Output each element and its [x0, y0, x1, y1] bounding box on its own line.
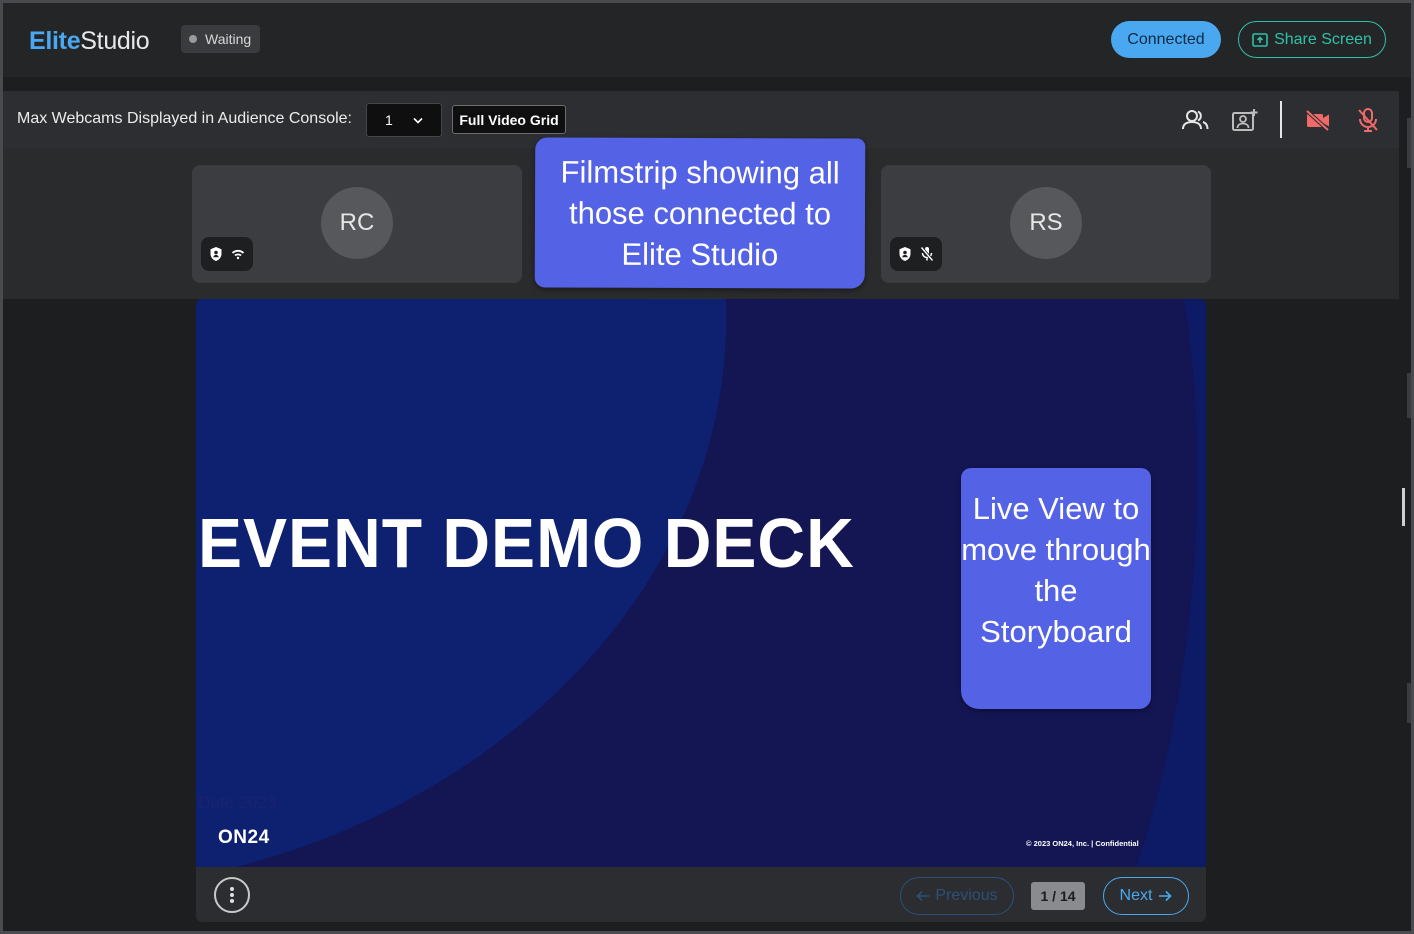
more-options-button[interactable]	[214, 877, 250, 913]
filmstrip-callout: Filmstrip showing all those connected to…	[534, 137, 866, 289]
status-text: Waiting	[205, 31, 252, 47]
page-indicator: 1 / 14	[1031, 882, 1085, 910]
scrollbar-hint	[1407, 373, 1411, 418]
avatar: RS	[1010, 187, 1082, 259]
app-window: EliteStudio Waiting Connected Share Scre…	[0, 0, 1414, 934]
webcam-limit-label: Max Webcams Displayed in Audience Consol…	[17, 110, 352, 127]
status-badge: Waiting	[181, 25, 261, 53]
toolbar-divider	[1280, 101, 1282, 138]
shield-icon	[899, 247, 911, 261]
people-icon[interactable]	[1180, 105, 1210, 135]
arrow-left-icon	[916, 890, 930, 902]
add-presenter-icon[interactable]	[1230, 105, 1260, 135]
previous-button[interactable]: Previous	[900, 877, 1014, 915]
share-screen-icon	[1252, 32, 1268, 47]
next-button[interactable]: Next	[1103, 877, 1189, 915]
shield-icon	[210, 247, 222, 261]
signal-icon	[231, 249, 245, 260]
slide-nav-bar: Previous 1 / 14 Next	[196, 867, 1206, 922]
mic-off-icon	[920, 246, 934, 262]
app-logo: EliteStudio	[29, 27, 150, 56]
slide-date: Date 2023	[198, 793, 277, 812]
app-header: EliteStudio Waiting Connected Share Scre…	[3, 3, 1411, 77]
scrollbar-hint	[1407, 683, 1411, 723]
share-screen-button[interactable]: Share Screen	[1238, 21, 1386, 58]
mic-off-icon[interactable]	[1353, 105, 1383, 135]
next-label: Next	[1119, 887, 1153, 904]
status-dot-icon	[189, 35, 197, 43]
logo-primary: Elite	[29, 27, 81, 55]
participant-tile[interactable]: RC	[192, 165, 522, 283]
resize-handle[interactable]	[1402, 488, 1405, 526]
logo-secondary: Studio	[80, 27, 150, 55]
full-video-grid-button[interactable]: Full Video Grid	[452, 105, 566, 134]
slide-copyright: © 2023 ON24, Inc. | Confidential	[1026, 839, 1139, 848]
connected-button[interactable]: Connected	[1111, 21, 1221, 58]
webcam-count-select[interactable]: 1	[366, 103, 442, 137]
more-vertical-icon	[230, 887, 234, 903]
arrow-right-icon	[1159, 890, 1173, 902]
slide-title: EVENT DEMO DECK	[198, 504, 855, 582]
scrollbar-hint	[1407, 118, 1411, 168]
participant-badges	[890, 237, 942, 271]
chevron-down-icon	[413, 117, 423, 124]
slide-logo: ON24	[218, 827, 270, 848]
live-view-callout: Live View to move through the Storyboard	[961, 468, 1151, 709]
participant-tile[interactable]: RS	[881, 165, 1211, 283]
webcam-count-value: 1	[385, 112, 393, 128]
previous-label: Previous	[935, 887, 998, 904]
avatar: RC	[321, 187, 393, 259]
share-screen-label: Share Screen	[1274, 30, 1372, 48]
participant-badges	[201, 237, 253, 271]
camera-off-icon[interactable]	[1303, 105, 1333, 135]
